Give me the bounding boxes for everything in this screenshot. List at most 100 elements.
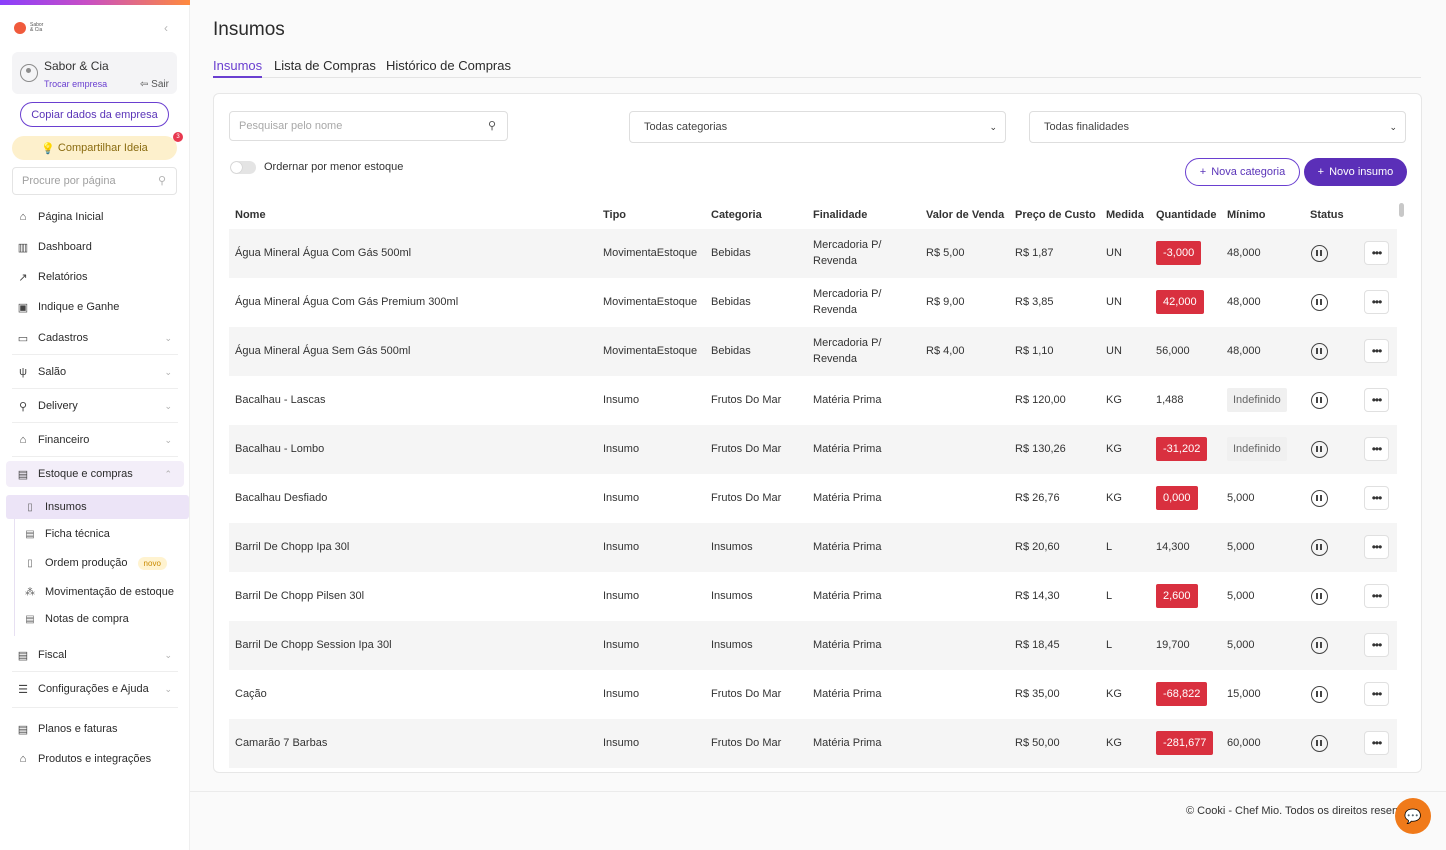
switch-company-link[interactable]: Trocar empresa — [44, 79, 107, 89]
sidebar-subitem-insumos[interactable]: ▯ Insumos — [6, 495, 189, 519]
pause-status-icon[interactable] — [1311, 245, 1328, 262]
sidebar-item-settings[interactable]: ☰ Configurações e Ajuda ⌄ — [6, 676, 184, 702]
column-header-unit[interactable]: Medida — [1106, 209, 1144, 221]
table-row[interactable]: Barril De Chopp Session Ipa 30l Insumo Ins… — [229, 621, 1397, 670]
chevron-left-icon[interactable]: ‹ — [164, 21, 168, 35]
column-header-name[interactable]: Nome — [235, 209, 266, 221]
cell-type: Insumo — [603, 541, 640, 553]
sort-stock-toggle[interactable] — [230, 161, 256, 174]
page-search: ⚲ — [12, 167, 177, 195]
pause-status-icon[interactable] — [1311, 588, 1328, 605]
pause-status-icon[interactable] — [1311, 735, 1328, 752]
more-options-icon[interactable]: ••• — [1364, 388, 1389, 412]
purpose-select[interactable]: Todas finalidades ⌄ — [1029, 111, 1406, 143]
table-row[interactable]: Bacalhau Desfiado Insumo Frutos Do Mar Maté… — [229, 474, 1397, 523]
cell-purpose-line: Revenda — [813, 353, 858, 365]
tab-shopping-list[interactable]: Lista de Compras — [274, 58, 376, 78]
cell-purpose: Matéria Prima — [813, 541, 882, 553]
column-header-status[interactable]: Status — [1310, 209, 1344, 221]
logout-link[interactable]: ⇦ Sair — [140, 79, 169, 90]
sidebar-item-reports[interactable]: ↗ Relatórios — [6, 264, 184, 290]
pause-status-icon[interactable] — [1311, 490, 1328, 507]
share-idea-button[interactable]: 💡 Compartilhar Ideia — [12, 136, 177, 160]
sidebar-item-delivery[interactable]: ⚲ Delivery ⌄ — [6, 393, 184, 419]
sidebar-subitem-label: Ficha técnica — [45, 528, 110, 540]
cell-purpose-line: Mercadoria P/ — [813, 337, 882, 349]
more-options-icon[interactable]: ••• — [1364, 437, 1389, 461]
sidebar-item-fiscal[interactable]: ▤ Fiscal ⌄ — [6, 642, 184, 668]
chat-button[interactable]: 💬 — [1395, 798, 1431, 834]
sidebar-item-home[interactable]: ⌂ Página Inicial — [6, 204, 184, 230]
sidebar-subitem-stock-movement[interactable]: ⁂ Movimentação de estoque — [6, 580, 189, 604]
new-item-button[interactable]: + Novo insumo — [1304, 158, 1407, 186]
column-header-sale-price[interactable]: Valor de Venda — [926, 209, 1004, 221]
brand-logo[interactable]: Sabor & Cia — [14, 22, 44, 34]
tab-purchase-history[interactable]: Histórico de Compras — [386, 58, 511, 78]
table-row[interactable]: Água Mineral Água Com Gás 500ml Movimenta… — [229, 229, 1397, 278]
minimum-undefined-badge: Indefinido — [1227, 388, 1287, 412]
sidebar-item-registrations[interactable]: ▭ Cadastros ⌄ — [6, 325, 184, 351]
share-badge: 3 — [173, 132, 183, 142]
more-options-icon[interactable]: ••• — [1364, 339, 1389, 363]
cell-category: Insumos — [711, 541, 753, 553]
tab-insumos[interactable]: Insumos — [213, 58, 263, 78]
page-title: Insumos — [213, 19, 285, 40]
more-options-icon[interactable]: ••• — [1364, 584, 1389, 608]
sidebar-subitem-production-order[interactable]: ▯ Ordem produção novo — [6, 551, 189, 575]
sidebar-subitem-purchase-notes[interactable]: ▤ Notas de compra — [6, 607, 189, 631]
more-options-icon[interactable]: ••• — [1364, 486, 1389, 510]
pause-status-icon[interactable] — [1311, 686, 1328, 703]
name-search-input[interactable] — [239, 112, 479, 140]
more-options-icon[interactable]: ••• — [1364, 731, 1389, 755]
cell-type: Insumo — [603, 639, 640, 651]
pause-status-icon[interactable] — [1311, 343, 1328, 360]
search-icon[interactable]: ⚲ — [488, 119, 496, 132]
table-row[interactable]: Bacalhau - Lombo Insumo Frutos Do Mar Matér… — [229, 425, 1397, 474]
table-row[interactable]: Cação Insumo Frutos Do Mar Matéria Prima R$ … — [229, 670, 1397, 719]
sidebar-subitem-technical-sheet[interactable]: ▤ Ficha técnica — [6, 522, 189, 546]
table-row[interactable]: Barril De Chopp Ipa 30l Insumo Insumos Maté… — [229, 523, 1397, 572]
search-icon[interactable]: ⚲ — [158, 174, 166, 187]
cell-minimum: 5,000 — [1227, 590, 1255, 602]
table-row[interactable]: Barril De Chopp Pilsen 30l Insumo Insumos M… — [229, 572, 1397, 621]
new-category-button[interactable]: + Nova categoria — [1185, 158, 1300, 186]
chevron-down-icon: ⌄ — [989, 121, 997, 132]
column-header-quantity[interactable]: Quantidade — [1156, 209, 1217, 221]
logout-icon: ⇦ — [140, 79, 152, 90]
more-options-icon[interactable]: ••• — [1364, 535, 1389, 559]
sidebar-item-stock[interactable]: ▤ Estoque e compras ⌃ — [6, 461, 184, 487]
column-header-type[interactable]: Tipo — [603, 209, 626, 221]
pause-status-icon[interactable] — [1311, 441, 1328, 458]
sidebar-item-dashboard[interactable]: ▥ Dashboard — [6, 234, 184, 260]
sidebar-item-finance[interactable]: ⌂ Financeiro ⌄ — [6, 427, 184, 453]
copy-company-data-button[interactable]: Copiar dados da empresa — [20, 102, 169, 127]
table-row[interactable]: Água Mineral Água Com Gás Premium 300ml M… — [229, 278, 1397, 327]
category-select[interactable]: Todas categorias ⌄ — [629, 111, 1006, 143]
sidebar-subitem-label: Notas de compra — [45, 613, 129, 625]
page-search-input[interactable] — [22, 168, 152, 194]
sidebar-item-integrations[interactable]: ⌂ Produtos e integrações — [6, 746, 184, 772]
pause-status-icon[interactable] — [1311, 294, 1328, 311]
cell-quantity: 1,488 — [1156, 394, 1184, 406]
pause-status-icon[interactable] — [1311, 637, 1328, 654]
column-header-cost-price[interactable]: Preço de Custo — [1015, 209, 1096, 221]
sidebar-item-dining-room[interactable]: ψ Salão ⌄ — [6, 359, 184, 385]
cell-cost-price: R$ 130,26 — [1015, 443, 1066, 455]
more-options-icon[interactable]: ••• — [1364, 290, 1389, 314]
pause-status-icon[interactable] — [1311, 539, 1328, 556]
more-options-icon[interactable]: ••• — [1364, 633, 1389, 657]
table-row[interactable]: Bacalhau - Lascas Insumo Frutos Do Mar Maté… — [229, 376, 1397, 425]
more-options-icon[interactable]: ••• — [1364, 241, 1389, 265]
gift-icon: ▣ — [17, 301, 29, 314]
column-header-category[interactable]: Categoria — [711, 209, 762, 221]
table-row[interactable]: Água Mineral Água Sem Gás 500ml Movimenta… — [229, 327, 1397, 376]
sidebar-item-referral[interactable]: ▣ Indique e Ganhe — [6, 294, 184, 320]
table-row[interactable]: Camarão 7 Barbas Insumo Frutos Do Mar Matér… — [229, 719, 1397, 768]
pause-status-icon[interactable] — [1311, 392, 1328, 409]
column-header-purpose[interactable]: Finalidade — [813, 209, 867, 221]
sidebar-item-plans[interactable]: ▤ Planos e faturas — [6, 716, 184, 742]
cell-unit: KG — [1106, 492, 1122, 504]
table-scrollbar[interactable] — [1399, 203, 1404, 217]
more-options-icon[interactable]: ••• — [1364, 682, 1389, 706]
column-header-minimum[interactable]: Mínimo — [1227, 209, 1266, 221]
